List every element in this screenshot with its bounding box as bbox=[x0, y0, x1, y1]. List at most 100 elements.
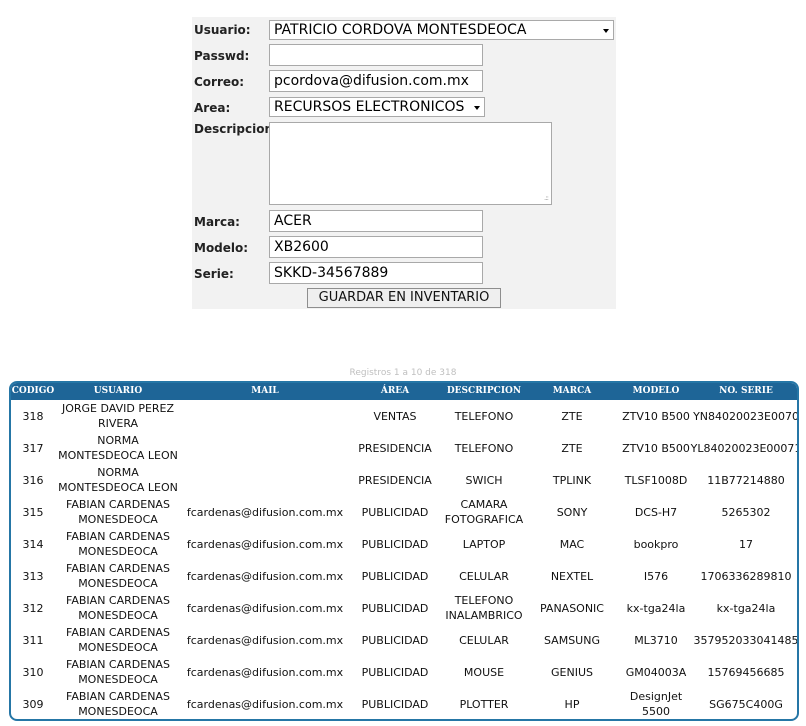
cell-serie: kx-tga24la bbox=[716, 601, 776, 615]
records-info: Registros 1 a 10 de 318 bbox=[349, 368, 457, 378]
cell-descripcion: CELULAR bbox=[459, 569, 509, 583]
cell-descripcion: SWICH bbox=[465, 473, 503, 487]
cell-usuario: FABIAN CARDENAS MONESDEOCA bbox=[66, 530, 170, 558]
cell-modelo: kx-tga24la bbox=[626, 601, 686, 615]
cell-codigo: 315 bbox=[22, 505, 44, 519]
cell-marca: HP bbox=[564, 697, 580, 711]
passwd-label: Passwd: bbox=[194, 49, 250, 63]
cell-mail bbox=[181, 400, 349, 432]
passwd-input[interactable] bbox=[269, 44, 483, 66]
cell-mail bbox=[181, 464, 349, 496]
cell-marca: NEXTEL bbox=[550, 569, 594, 583]
column-header-codigo[interactable]: CODIGO bbox=[11, 383, 55, 400]
inventory-form: Usuario: PATRICIO CORDOVA MONTESDEOCA Pa… bbox=[192, 17, 616, 309]
cell-area: PUBLICIDAD bbox=[361, 601, 429, 615]
table-row: 309 FABIAN CARDENAS MONESDEOCA fcardenas@d… bbox=[11, 688, 797, 719]
cell-codigo: 313 bbox=[22, 569, 44, 583]
cell-mail: fcardenas@difusion.com.mx bbox=[186, 537, 344, 551]
marca-input[interactable]: ACER bbox=[269, 210, 483, 232]
cell-serie: 17 bbox=[739, 537, 753, 551]
cell-usuario: FABIAN CARDENAS MONESDEOCA bbox=[66, 690, 170, 718]
serie-input[interactable]: SKKD-34567889 bbox=[269, 262, 483, 284]
cell-modelo: ZTV10 B500 bbox=[622, 409, 690, 423]
cell-descripcion: MOUSE bbox=[463, 665, 505, 679]
cell-modelo: DesignJet 5500 bbox=[629, 690, 683, 718]
cell-marca: TPLINK bbox=[552, 473, 592, 487]
column-header-descripcion[interactable]: DESCRIPCION bbox=[441, 383, 527, 400]
table-row: 312 FABIAN CARDENAS MONESDEOCA fcardenas@d… bbox=[11, 592, 797, 624]
cell-serie: 5265302 bbox=[721, 505, 771, 519]
chevron-down-icon bbox=[603, 29, 609, 33]
cell-serie: YN84020023E0070 bbox=[693, 409, 799, 423]
cell-area: PUBLICIDAD bbox=[361, 697, 429, 711]
cell-serie: YL84020023E00071 bbox=[690, 441, 799, 455]
area-label: Area: bbox=[194, 101, 231, 115]
column-header-serie[interactable]: NO. SERIE bbox=[695, 383, 797, 400]
usuario-select[interactable]: PATRICIO CORDOVA MONTESDEOCA bbox=[269, 20, 614, 40]
cell-mail: fcardenas@difusion.com.mx bbox=[186, 569, 344, 583]
column-header-mail[interactable]: MAIL bbox=[181, 383, 349, 400]
usuario-label: Usuario: bbox=[194, 23, 251, 37]
cell-serie: 11B77214880 bbox=[707, 473, 785, 487]
inventory-table: CODIGO USUARIO MAIL ÁREA DESCRIPCION MARCA MOD… bbox=[9, 381, 799, 721]
cell-codigo: 316 bbox=[22, 473, 44, 487]
cell-codigo: 311 bbox=[22, 633, 44, 647]
cell-marca: MAC bbox=[559, 537, 585, 551]
cell-area: PUBLICIDAD bbox=[361, 505, 429, 519]
column-header-modelo[interactable]: MODELO bbox=[617, 383, 695, 400]
cell-marca: ZTE bbox=[561, 409, 583, 423]
cell-modelo: bookpro bbox=[633, 537, 679, 551]
column-header-area[interactable]: ÁREA bbox=[349, 383, 441, 400]
cell-codigo: 314 bbox=[22, 537, 44, 551]
cell-marca: SONY bbox=[556, 505, 588, 519]
cell-serie: 15769456685 bbox=[707, 665, 785, 679]
cell-usuario: FABIAN CARDENAS MONESDEOCA bbox=[66, 594, 170, 622]
table-row: 311 FABIAN CARDENAS MONESDEOCA fcardenas@d… bbox=[11, 624, 799, 656]
column-header-usuario[interactable]: USUARIO bbox=[55, 383, 181, 400]
cell-mail: fcardenas@difusion.com.mx bbox=[186, 633, 344, 647]
descripcion-textarea[interactable]: .:: bbox=[269, 122, 552, 205]
cell-marca: ZTE bbox=[561, 441, 583, 455]
modelo-input[interactable]: XB2600 bbox=[269, 236, 483, 258]
cell-marca: GENIUS bbox=[551, 665, 593, 679]
cell-serie: 1706336289810 bbox=[700, 569, 792, 583]
correo-label: Correo: bbox=[194, 75, 245, 89]
cell-codigo: 312 bbox=[22, 601, 44, 615]
serie-label: Serie: bbox=[194, 267, 234, 281]
save-inventory-button[interactable]: GUARDAR EN INVENTARIO bbox=[307, 288, 501, 308]
table-row: 315 FABIAN CARDENAS MONESDEOCA fcardenas@d… bbox=[11, 496, 797, 528]
correo-input[interactable]: pcordova@difusion.com.mx bbox=[269, 70, 483, 92]
table-row: 310 FABIAN CARDENAS MONESDEOCA fcardenas@d… bbox=[11, 656, 797, 688]
cell-usuario: FABIAN CARDENAS MONESDEOCA bbox=[66, 626, 170, 654]
cell-usuario: NORMA MONTESDEOCA LEON bbox=[58, 434, 178, 462]
cell-usuario: FABIAN CARDENAS MONESDEOCA bbox=[66, 658, 170, 686]
marca-label: Marca: bbox=[194, 215, 240, 229]
cell-usuario: FABIAN CARDENAS MONESDEOCA bbox=[66, 498, 170, 526]
cell-marca: PANASONIC bbox=[539, 601, 604, 615]
cell-usuario: FABIAN CARDENAS MONESDEOCA bbox=[66, 562, 170, 590]
cell-area: VENTAS bbox=[373, 409, 417, 423]
cell-usuario: NORMA MONTESDEOCA LEON bbox=[58, 466, 178, 494]
modelo-label: Modelo: bbox=[194, 241, 249, 255]
cell-area: PUBLICIDAD bbox=[361, 569, 429, 583]
table-row: 317 NORMA MONTESDEOCA LEON PRESIDENCIA TELE… bbox=[11, 432, 799, 464]
cell-modelo: ML3710 bbox=[634, 633, 678, 647]
resize-grip-icon[interactable]: .:: bbox=[544, 194, 549, 202]
cell-area: PRESIDENCIA bbox=[358, 473, 432, 487]
cell-serie: 357952033041485 bbox=[693, 633, 799, 647]
column-header-marca[interactable]: MARCA bbox=[527, 383, 617, 400]
cell-descripcion: PLOTTER bbox=[459, 697, 509, 711]
chevron-down-icon bbox=[474, 106, 480, 110]
cell-area: PUBLICIDAD bbox=[361, 537, 429, 551]
cell-mail: fcardenas@difusion.com.mx bbox=[186, 697, 344, 711]
cell-mail: fcardenas@difusion.com.mx bbox=[186, 601, 344, 615]
cell-codigo: 309 bbox=[22, 697, 44, 711]
table-row: 318 JORGE DAVID PEREZ RIVERA VENTAS TELEFON… bbox=[11, 400, 799, 432]
area-select-value: RECURSOS ELECTRONICOS bbox=[274, 99, 465, 115]
cell-descripcion: CELULAR bbox=[459, 633, 509, 647]
cell-mail: fcardenas@difusion.com.mx bbox=[186, 665, 344, 679]
area-select[interactable]: RECURSOS ELECTRONICOS bbox=[269, 97, 485, 117]
cell-descripcion: CAMARA FOTOGRAFICA bbox=[444, 498, 524, 526]
table-row: 313 FABIAN CARDENAS MONESDEOCA fcardenas@d… bbox=[11, 560, 797, 592]
table-header: CODIGO USUARIO MAIL ÁREA DESCRIPCION MARCA MOD… bbox=[11, 383, 797, 400]
